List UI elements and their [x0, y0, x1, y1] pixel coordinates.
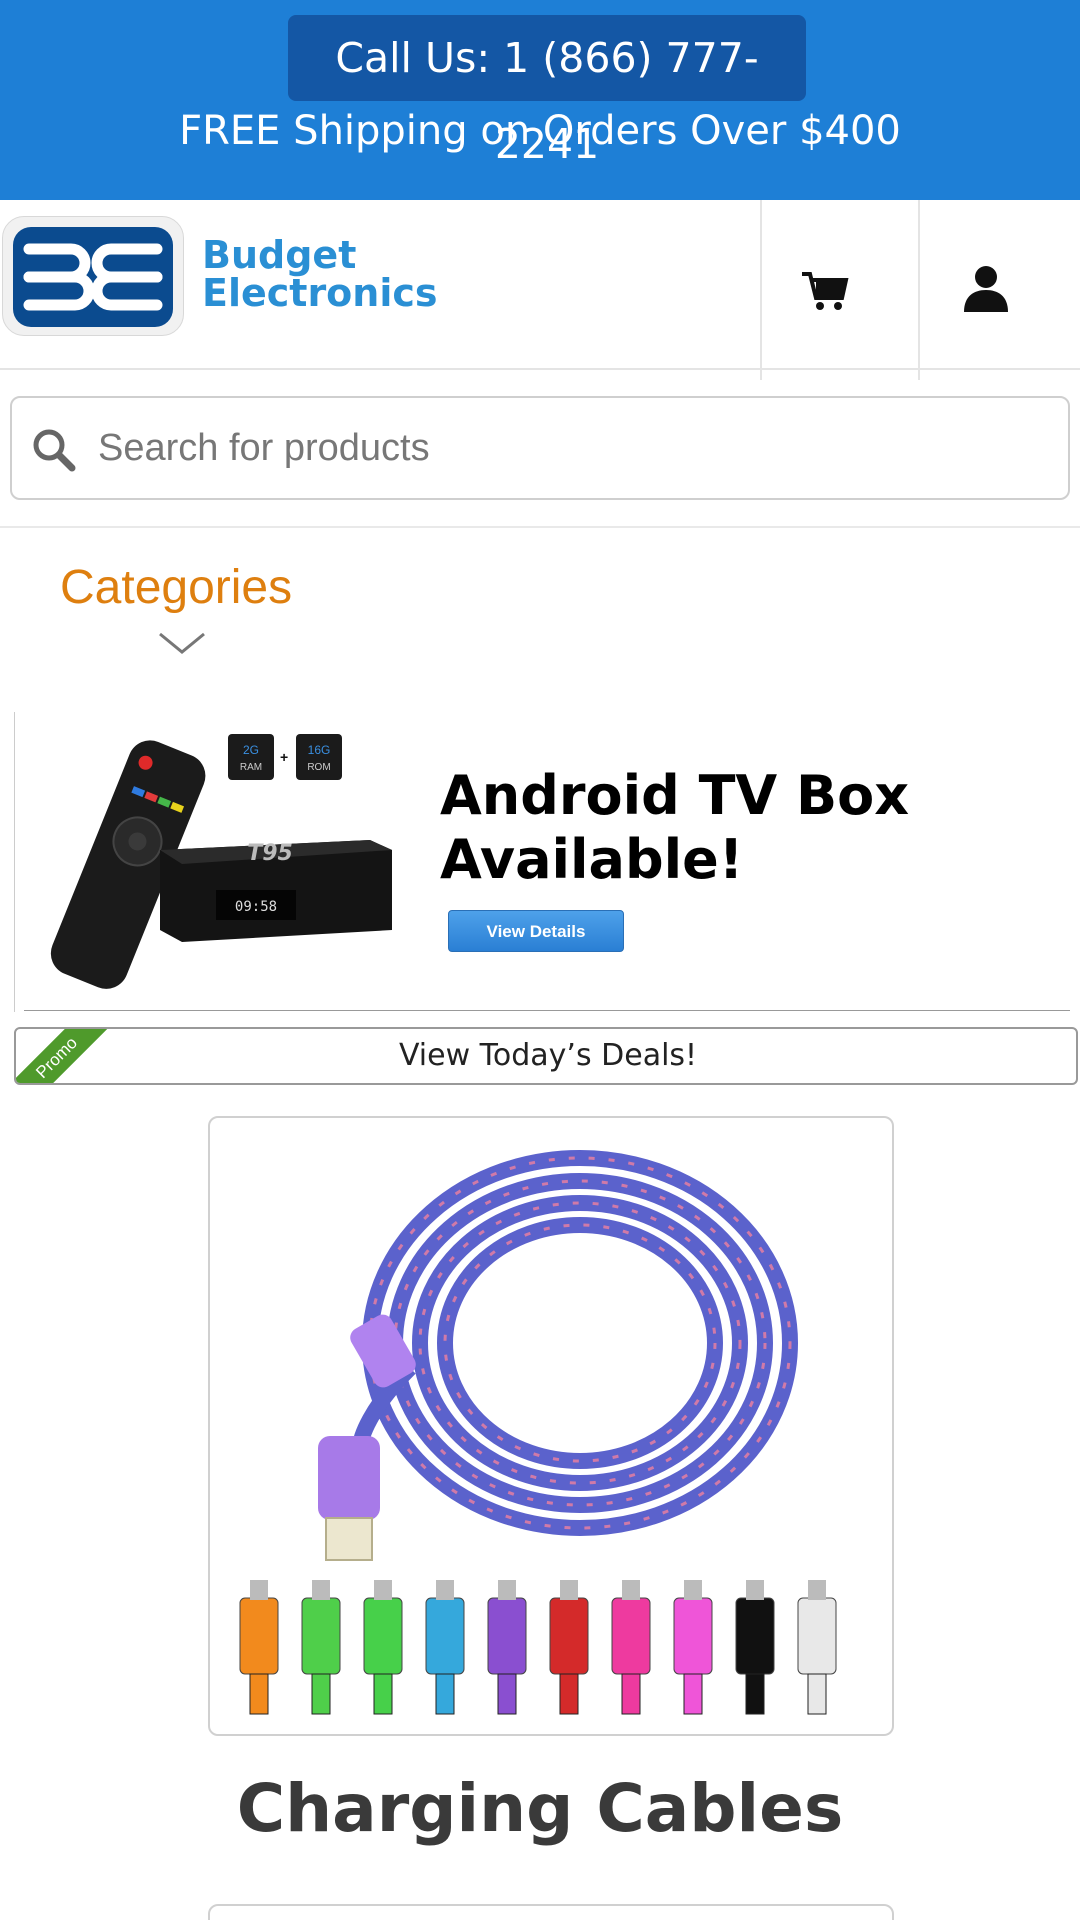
chip2-bottom: ROM	[307, 762, 330, 773]
todays-deals-link[interactable]: Promo View Today’s Deals!	[14, 1027, 1078, 1085]
cable-variants-image	[239, 1580, 837, 1715]
cable-variant-cord	[497, 1673, 517, 1715]
cable-variant-tip	[560, 1580, 578, 1600]
free-shipping-text: FREE Shipping on Orders Over $400	[179, 108, 901, 154]
todays-deals-label: View Today’s Deals!	[398, 1038, 698, 1073]
account-button[interactable]	[956, 260, 1016, 320]
chevron-down-icon[interactable]	[158, 630, 206, 656]
cable-variant-tip	[622, 1580, 640, 1600]
cable-variant	[487, 1597, 527, 1675]
cable-variant-cord	[311, 1673, 331, 1715]
next-product-card[interactable]	[208, 1904, 894, 1920]
cable-variant-tip	[746, 1580, 764, 1600]
chip1-top: 2G	[243, 743, 259, 757]
categories-toggle[interactable]: Categories	[60, 560, 292, 615]
chip2-top: 16G	[308, 743, 331, 757]
cable-variant	[549, 1597, 589, 1675]
view-details-button[interactable]: View Details	[448, 910, 624, 952]
cable-variant-cord	[435, 1673, 455, 1715]
logo[interactable]	[2, 216, 184, 336]
promo-title-line-2: Available!	[440, 828, 744, 891]
cart-icon	[802, 272, 849, 310]
brand-name[interactable]: Budget Electronics	[202, 236, 438, 312]
plus-sign: +	[280, 749, 288, 765]
logo-be-icon	[23, 243, 163, 311]
cable-variant	[363, 1597, 403, 1675]
site-header: Budget Electronics	[0, 200, 1080, 380]
device-clock: 09:58	[235, 899, 277, 915]
divider	[24, 1010, 1070, 1011]
cable-variant	[797, 1597, 837, 1675]
cable-variant-tip	[374, 1580, 392, 1600]
cable-variant	[425, 1597, 465, 1675]
call-us-button[interactable]: Call Us: 1 (866) 777-2241	[288, 15, 806, 168]
cable-variant	[611, 1597, 651, 1675]
cable-variant	[239, 1597, 279, 1675]
chip1-bottom: RAM	[240, 762, 262, 773]
divider	[0, 526, 1080, 528]
header-divider	[760, 200, 762, 380]
device-brand: T95	[247, 841, 293, 866]
cable-variant-cord	[373, 1673, 393, 1715]
cable-variant-cord	[807, 1673, 827, 1715]
search-bar	[10, 396, 1070, 500]
cable-variant-tip	[808, 1580, 826, 1600]
cable-variant-cord	[745, 1673, 765, 1715]
cable-variant-cord	[683, 1673, 703, 1715]
tv-box-image: T95 09:58 2G RAM + 16G ROM	[50, 734, 392, 989]
product-title[interactable]: Charging Cables	[0, 1770, 1080, 1847]
search-icon[interactable]	[30, 426, 78, 474]
cable-variant-tip	[436, 1580, 454, 1600]
cable-variant	[735, 1597, 775, 1675]
promo-title-line-1: Android TV Box	[440, 764, 910, 827]
promo-title: Android TV Box Available!	[440, 764, 909, 892]
cable-variant-tip	[498, 1580, 516, 1600]
cable-variant	[301, 1597, 341, 1675]
header-divider	[918, 200, 920, 380]
cable-variant-cord	[621, 1673, 641, 1715]
cable-variant-tip	[312, 1580, 330, 1600]
cable-variant-cord	[249, 1673, 269, 1715]
brand-line-2: Electronics	[202, 271, 438, 315]
cable-variant-cord	[559, 1673, 579, 1715]
cable-variant-tip	[684, 1580, 702, 1600]
search-input[interactable]	[98, 418, 1038, 478]
cable-variant-tip	[250, 1580, 268, 1600]
top-banner: Call Us: 1 (866) 777-2241 FREE Shipping …	[0, 0, 1080, 200]
brand-line-1: Budget	[202, 233, 357, 277]
cart-button[interactable]	[796, 260, 856, 320]
logo-mark	[13, 227, 173, 327]
user-icon	[964, 266, 1008, 312]
cable-variant	[673, 1597, 713, 1675]
